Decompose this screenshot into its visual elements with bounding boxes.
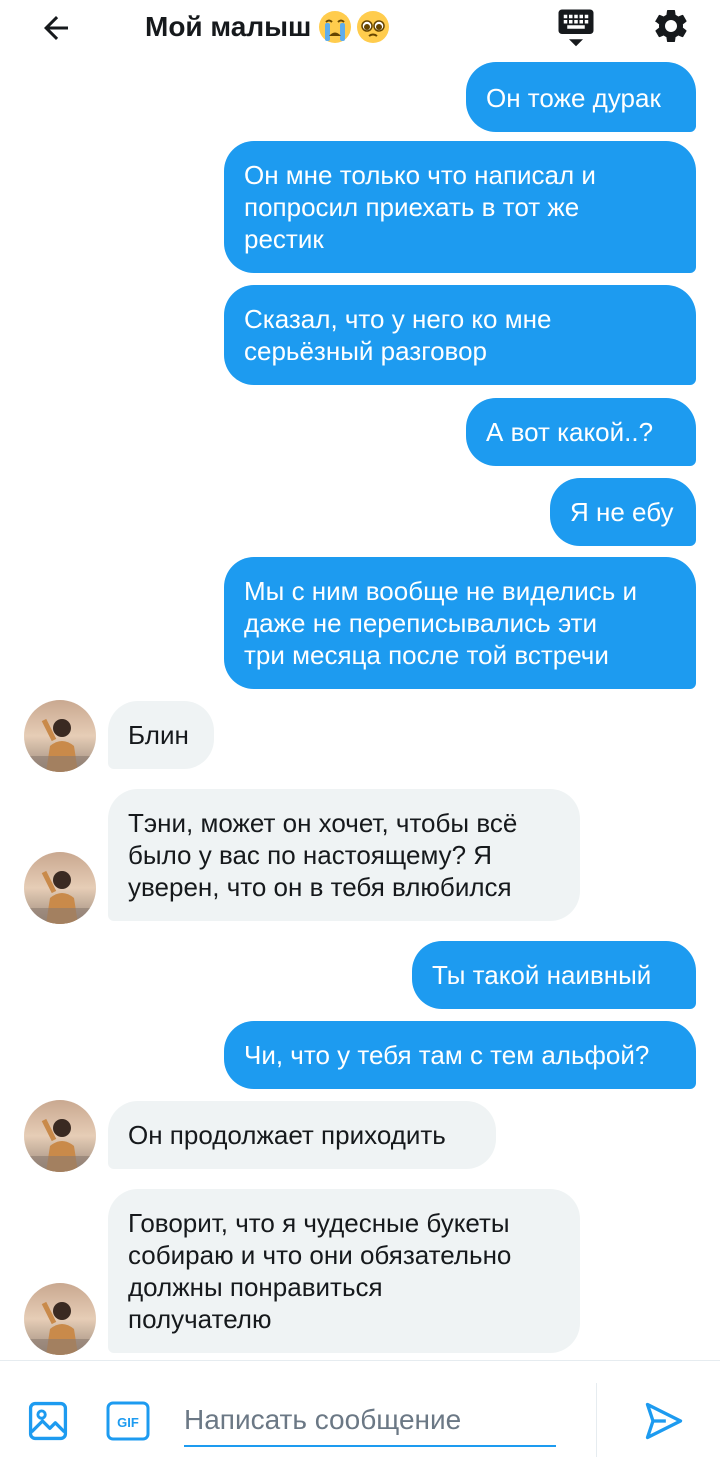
send-button[interactable] [640, 1397, 688, 1445]
back-button[interactable] [34, 6, 78, 50]
message-composer: GIF [0, 1360, 720, 1478]
message-bubble-incoming[interactable]: Блин [108, 701, 214, 769]
conversation-title: Мой малыш [145, 8, 391, 46]
send-icon [645, 1402, 683, 1440]
settings-button[interactable] [648, 3, 694, 49]
avatar[interactable] [24, 1283, 96, 1355]
pleading-face-icon [357, 11, 390, 43]
message-bubble-outgoing[interactable]: Сказал, что у него ко мне серьёзный разг… [224, 285, 696, 385]
keyboard-button[interactable] [553, 4, 599, 50]
avatar[interactable] [24, 700, 96, 772]
message-bubble-incoming[interactable]: Тэни, может он хочет, чтобы всё было у в… [108, 789, 580, 921]
avatar[interactable] [24, 1100, 96, 1172]
keyboard-icon [558, 9, 594, 47]
image-icon [28, 1401, 68, 1441]
conversation-header: Мой малыш [0, 0, 720, 56]
arrow-left-icon [44, 16, 68, 40]
message-bubble-outgoing[interactable]: Чи, что у тебя там с тем альфой? [224, 1021, 696, 1089]
message-bubble-outgoing[interactable]: Он мне только что написал и попросил при… [224, 141, 696, 273]
message-bubble-incoming[interactable]: Он продолжает приходить [108, 1101, 496, 1169]
message-bubble-outgoing[interactable]: Ты такой наивный [412, 941, 696, 1009]
gif-label: GIF [117, 1415, 139, 1430]
message-bubble-outgoing[interactable]: Мы с ним вообще не виделись и даже не пе… [224, 557, 696, 689]
conversation: Он тоже дурак Он мне только что написал … [0, 0, 720, 1360]
add-image-button[interactable] [26, 1399, 70, 1443]
message-bubble-incoming[interactable]: Говорит, что я чудесные букеты собираю и… [108, 1189, 580, 1353]
composer-divider [596, 1383, 597, 1457]
message-bubble-outgoing[interactable]: Он тоже дурак [466, 62, 696, 132]
avatar[interactable] [24, 852, 96, 924]
gear-icon [654, 9, 687, 42]
crying-face-icon [319, 11, 352, 43]
gif-icon: GIF [106, 1401, 150, 1441]
contact-name: Мой малыш [145, 11, 312, 42]
message-input[interactable] [184, 1395, 556, 1447]
message-bubble-outgoing[interactable]: А вот какой..? [466, 398, 696, 466]
add-gif-button[interactable]: GIF [106, 1399, 150, 1443]
message-bubble-outgoing[interactable]: Я не ебу [550, 478, 696, 546]
